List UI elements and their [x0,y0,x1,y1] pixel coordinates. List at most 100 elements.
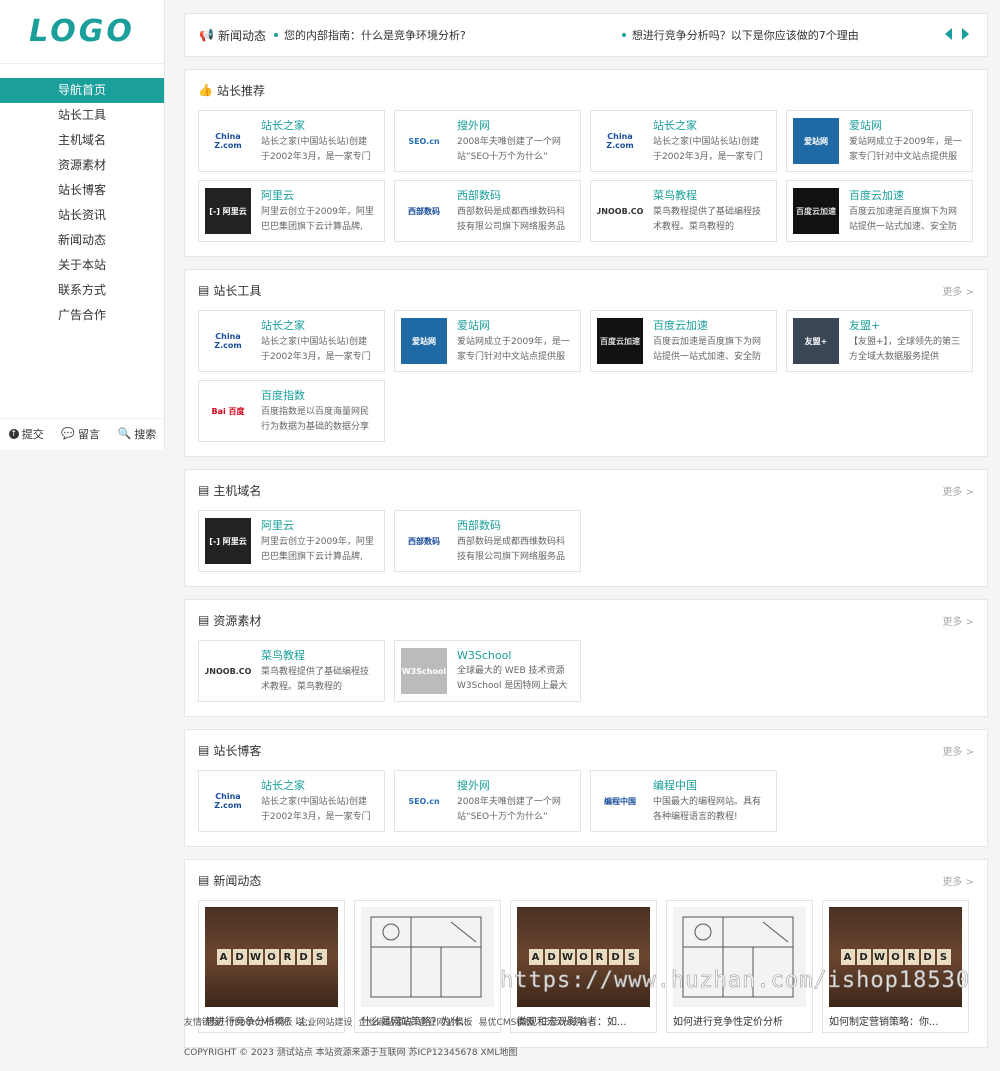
news-card[interactable]: A D W O R D S 想进行竞争分析吗？以... [198,900,345,1033]
site-card[interactable]: 百度云加速 百度云加速 百度云加速是百度旗下为网站提供一站式加速、安全防 [786,180,973,242]
letter-tile: S [312,949,327,965]
logo[interactable]: LOGO [0,0,164,64]
site-title[interactable]: 搜外网 [457,117,571,133]
site-title[interactable]: 西部数码 [457,187,571,203]
site-title[interactable]: 友盟+ [849,317,963,333]
site-logo: China Z.com [205,118,251,164]
nav-item[interactable]: 站长博客 [0,178,164,203]
friend-link[interactable]: 企业网站源码 [359,1018,413,1028]
site-card[interactable]: China Z.com 站长之家 站长之家(中国站长站)创建于2002年3月，是一家… [590,110,777,172]
search-button[interactable]: 🔍 搜索 [118,426,157,442]
news-card[interactable]: 什么是网站策略？为什... [354,900,501,1033]
site-card[interactable]: [-] 阿里云 阿里云 阿里云创立于2009年，阿里巴巴集团旗下云计算品牌, [198,180,385,242]
side-actions: ↑ 提交 💬 留言 🔍 搜索 [0,418,165,448]
site-card[interactable]: 爱站网 爱站网 爱站网成立于2009年，是一家专门针对中文站点提供服 [394,310,581,372]
site-title[interactable]: 百度云加速 [653,317,767,333]
ticker-item[interactable]: 想进行竞争分析吗？以下是你应该做的7个理由 [632,27,859,43]
nav-item[interactable]: 站长工具 [0,103,164,128]
site-card[interactable]: SEO.cn 搜外网 2008年夫唯创建了一个网站“SEO十万个为什么” [394,110,581,172]
nav-item[interactable]: 主机域名 [0,128,164,153]
news-card[interactable]: A D W O R D S 如何制定营销策略：你... [822,900,969,1033]
ticker-item[interactable]: 您的内部指南：什么是竞争环境分析? [284,27,466,43]
site-title[interactable]: 爱站网 [849,117,963,133]
site-desc: 爱站网成立于2009年，是一家专门针对中文站点提供服 [457,337,570,362]
site-desc: 【友盟+】，全球领先的第三方全域大数据服务提供 [849,337,961,362]
site-title[interactable]: 爱站网 [457,317,571,333]
site-card[interactable]: China Z.com 站长之家 站长之家(中国站长站)创建于2002年3月，是一家… [198,770,385,832]
nav-item[interactable]: 新闻动态 [0,228,164,253]
news-image [361,907,494,1007]
site-card[interactable]: 爱站网 爱站网 爱站网成立于2009年，是一家专门针对中文站点提供服 [786,110,973,172]
more-link[interactable]: 更多 > [942,483,974,498]
site-card[interactable]: RUNOOB.COM 菜鸟教程菜鸟教程提供了基础编程技术教程。菜鸟教程的 Slog… [590,180,777,242]
site-card[interactable]: W3School W3School 全球最大的 WEB 技术资源 W3School … [394,640,581,702]
more-link[interactable]: 更多 > [942,743,974,758]
friend-link[interactable]: 三杂cn域名 [540,1018,587,1028]
friend-link[interactable]: 企业网站模板 [419,1018,473,1028]
nav-item[interactable]: 站长资讯 [0,203,164,228]
site-card[interactable]: China Z.com 站长之家 站长之家(中国站长站)创建于2002年3月，是一家… [198,110,385,172]
site-card[interactable]: 友盟+ 友盟+ 【友盟+】，全球领先的第三方全域大数据服务提供 [786,310,973,372]
logo-text: LOGO [29,14,135,49]
more-link[interactable]: 更多 > [942,873,974,888]
prev-arrow-icon[interactable] [945,28,952,40]
site-card[interactable]: 西部数码 西部数码 西部数码是成都西维数码科技有限公司旗下网络服务品 [394,510,581,572]
nav-item[interactable]: 资源素材 [0,153,164,178]
friend-link[interactable]: 易优CMS模板 [479,1018,535,1028]
news-title[interactable]: 如何制定营销策略：你... [829,1013,962,1028]
site-logo: 爱站网 [793,118,839,164]
link-section: ▤ 主机域名 更多 > [-] 阿里云 阿里云 阿里云创立于2009年，阿里巴巴集团旗下云… [184,469,988,587]
more-link[interactable]: 更多 > [942,613,974,628]
submit-button[interactable]: ↑ 提交 [8,426,44,442]
site-title[interactable]: 站长之家 [261,317,375,333]
news-card[interactable]: A D W O R D S 微观和宏观影响者：如... [510,900,657,1033]
section-title: 站长工具 [213,283,262,298]
site-card[interactable]: Bai 百度 百度指数 百度指数是以百度海量网民行为数据为基础的数据分享 [198,380,385,442]
site-title[interactable]: 站长之家 [261,117,375,133]
site-desc: 西部数码是成都西维数码科技有限公司旗下网络服务品 [457,537,566,562]
site-title[interactable]: 菜鸟教程 [261,647,375,663]
site-title[interactable]: 西部数码 [457,517,571,533]
site-title[interactable]: 阿里云 [261,187,375,203]
site-title[interactable]: 站长之家 [261,777,375,793]
site-title[interactable]: 搜外网 [457,777,571,793]
site-card[interactable]: 百度云加速 百度云加速 百度云加速是百度旗下为网站提供一站式加速、安全防 [590,310,777,372]
section-title: 新闻动态 [213,873,262,888]
site-desc: 百度云加速是百度旗下为网站提供一站式加速、安全防 [849,207,958,232]
sidebar: LOGO 导航首页 站长工具 主机域名 资源素材 站长博客 站长资讯 新闻动态 关于本站 联系方… [0,0,165,450]
link-section: ▤ 站长博客 更多 > China Z.com 站长之家 站长之家(中国站长站)创建于20… [184,729,988,847]
friend-link[interactable]: 企业网站建设 [299,1018,353,1028]
site-title[interactable]: W3School [457,649,571,662]
site-title[interactable]: 百度云加速 [849,187,963,203]
news-card[interactable]: 如何进行竞争性定价分析 [666,900,813,1033]
letter-tile: D [296,949,311,965]
site-card[interactable]: RUNOOB.COM 菜鸟教程菜鸟教程提供了基础编程技术教程。菜鸟教程的 Slog… [198,640,385,702]
site-logo: [-] 阿里云 [205,518,251,564]
letter-tile: A [840,949,855,965]
site-title[interactable]: 站长之家 [653,117,767,133]
site-title[interactable]: 百度指数 [261,387,375,403]
ticker-label: 新闻动态 [217,28,266,43]
thumbs-up-icon: 👍 [198,83,213,97]
site-desc: 站长之家(中国站长站)创建于2002年3月，是一家专门针 [653,137,763,162]
nav-item[interactable]: 联系方式 [0,278,164,303]
site-card[interactable]: 编程中国 编程中国 中国最大的编程网站。具有各种编程语言的教程! [590,770,777,832]
site-card[interactable]: 西部数码 西部数码 西部数码是成都西维数码科技有限公司旗下网络服务品 [394,180,581,242]
site-logo: Bai 百度 [205,388,251,434]
site-title[interactable]: 编程中国 [653,777,767,793]
nav-item[interactable]: 导航首页 [0,78,164,103]
site-card[interactable]: China Z.com 站长之家 站长之家(中国站长站)创建于2002年3月，是一家… [198,310,385,372]
site-card[interactable]: [-] 阿里云 阿里云 阿里云创立于2009年，阿里巴巴集团旗下云计算品牌, [198,510,385,572]
nav-item[interactable]: 广告合作 [0,303,164,328]
more-link[interactable]: 更多 > [942,283,974,298]
site-card[interactable]: SEO.cn 搜外网 2008年夫唯创建了一个网站“SEO十万个为什么” [394,770,581,832]
news-title[interactable]: 如何进行竞争性定价分析 [673,1013,806,1028]
link-section: ▤资源素材 更多 > RUNOOB.COM 菜鸟教程菜鸟教程提供了基础编程技术教程。菜… [184,599,988,717]
next-arrow-icon[interactable] [962,28,969,40]
message-button[interactable]: 💬 留言 [61,426,100,442]
nav-item[interactable]: 关于本站 [0,253,164,278]
site-title[interactable]: 阿里云 [261,517,375,533]
site-title[interactable]: 菜鸟教程 [653,187,767,203]
friend-link[interactable]: PbootCMS模板 [229,1018,292,1028]
letter-tile: R [280,949,295,965]
